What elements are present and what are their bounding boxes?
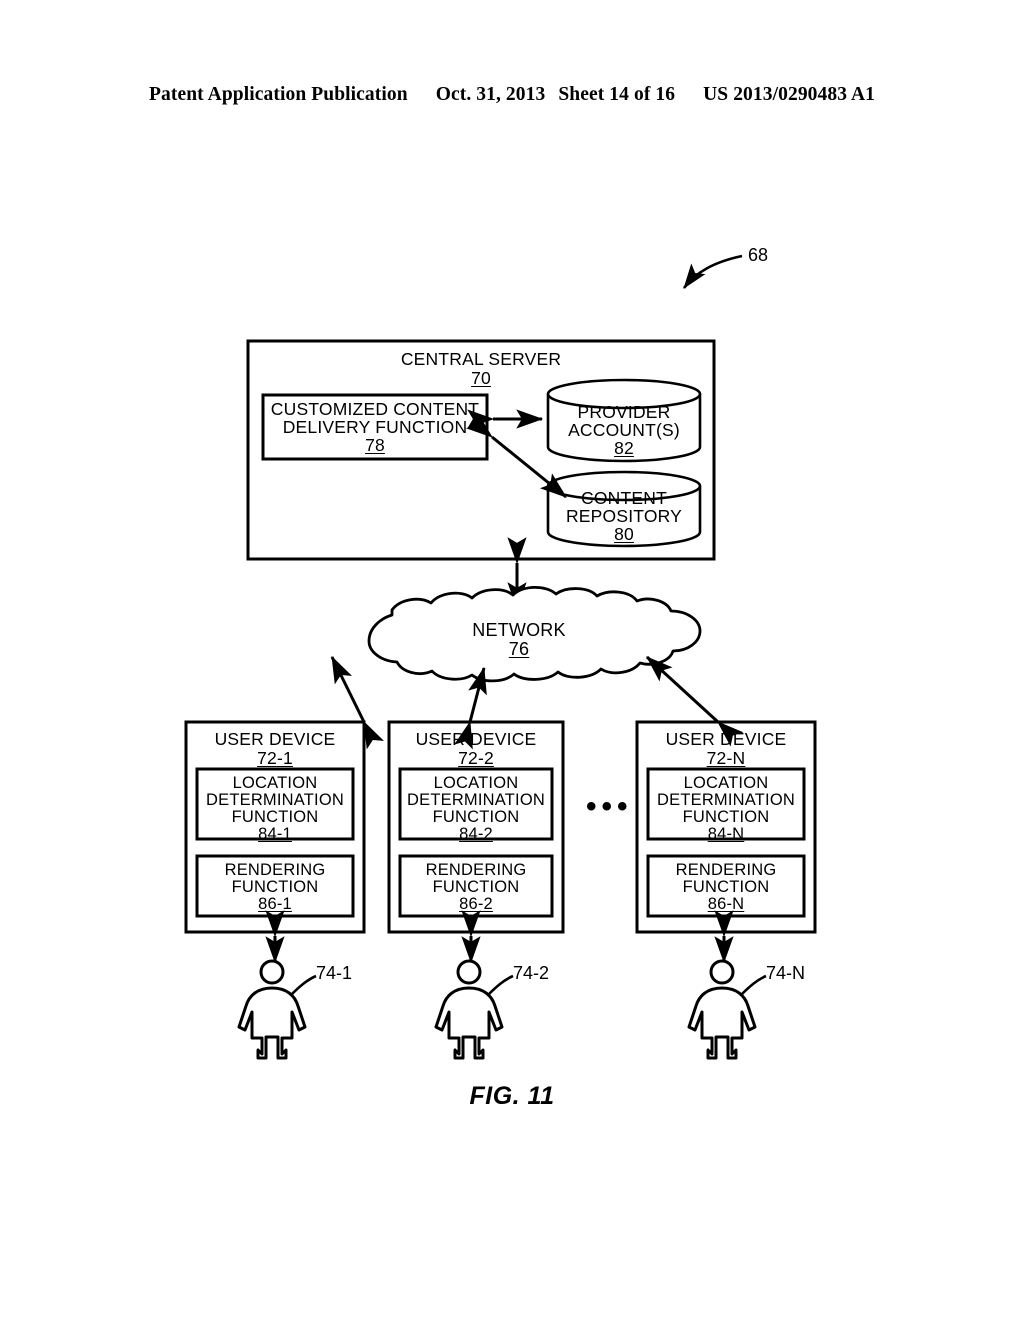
system-ref-number: 68 bbox=[748, 245, 769, 265]
user-device-1-title: USER DEVICE bbox=[214, 729, 336, 749]
rendering-function-2-line-1: RENDERING bbox=[425, 861, 527, 879]
user-figure-2 bbox=[434, 959, 514, 1060]
delivery-function-ref: 78 bbox=[365, 435, 385, 455]
user-device-2-title: USER DEVICE bbox=[415, 729, 537, 749]
rendering-function-2-line-2: FUNCTION bbox=[432, 878, 520, 896]
location-function-3-line-2: DETERMINATION bbox=[657, 791, 795, 809]
user-figure-1 bbox=[237, 959, 317, 1060]
arrow-network-to-device-1 bbox=[330, 655, 385, 750]
location-function-2-line-1: LOCATION bbox=[433, 774, 519, 792]
content-repository-ref: 80 bbox=[614, 524, 634, 544]
location-function-1-ref: 84-1 bbox=[258, 825, 292, 843]
user-2-ref-number: 74-2 bbox=[513, 963, 550, 983]
user-device-1-ref: 72-1 bbox=[257, 748, 293, 768]
location-function-2-line-2: DETERMINATION bbox=[407, 791, 545, 809]
rendering-function-1-ref: 86-1 bbox=[258, 895, 292, 913]
location-function-2-ref: 84-2 bbox=[459, 825, 493, 843]
location-function-1-line-3: FUNCTION bbox=[231, 808, 319, 826]
location-function-3-line-1: LOCATION bbox=[683, 774, 769, 792]
user-1-ref-number: 74-1 bbox=[316, 963, 353, 983]
user-device-3-title: USER DEVICE bbox=[665, 729, 787, 749]
location-function-3-ref: 84-N bbox=[707, 825, 745, 843]
user-device-2-ref: 72-2 bbox=[458, 748, 494, 768]
rendering-function-1-line-1: RENDERING bbox=[224, 861, 326, 879]
system-ref-leader bbox=[682, 254, 743, 289]
network-ref: 76 bbox=[508, 639, 530, 659]
user-device-3-ref: 72-N bbox=[706, 748, 746, 768]
central-server-ref: 70 bbox=[471, 368, 491, 388]
figure-caption: FIG. 11 bbox=[469, 1082, 555, 1110]
network-title: NETWORK bbox=[472, 620, 566, 640]
patent-figure-11: 68 CENTRAL SERVER 70 CUSTOMIZED CONTENT … bbox=[0, 0, 1024, 1320]
arrow-network-to-device-3 bbox=[645, 655, 744, 747]
user-figure-3 bbox=[687, 959, 767, 1060]
location-function-2-line-3: FUNCTION bbox=[432, 808, 520, 826]
figure-linework bbox=[184, 254, 817, 1060]
central-server-title: CENTRAL SERVER bbox=[400, 349, 562, 369]
provider-account-ref: 82 bbox=[614, 438, 634, 458]
rendering-function-3-line-1: RENDERING bbox=[675, 861, 777, 879]
rendering-function-1-line-2: FUNCTION bbox=[231, 878, 319, 896]
rendering-function-3-line-2: FUNCTION bbox=[682, 878, 770, 896]
rendering-function-3-ref: 86-N bbox=[707, 895, 745, 913]
devices-ellipsis: ••• bbox=[586, 790, 633, 823]
location-function-1-line-1: LOCATION bbox=[232, 774, 318, 792]
location-function-1-line-2: DETERMINATION bbox=[206, 791, 344, 809]
location-function-3-line-3: FUNCTION bbox=[682, 808, 770, 826]
user-3-ref-number: 74-N bbox=[766, 963, 806, 983]
rendering-function-2-ref: 86-2 bbox=[459, 895, 493, 913]
